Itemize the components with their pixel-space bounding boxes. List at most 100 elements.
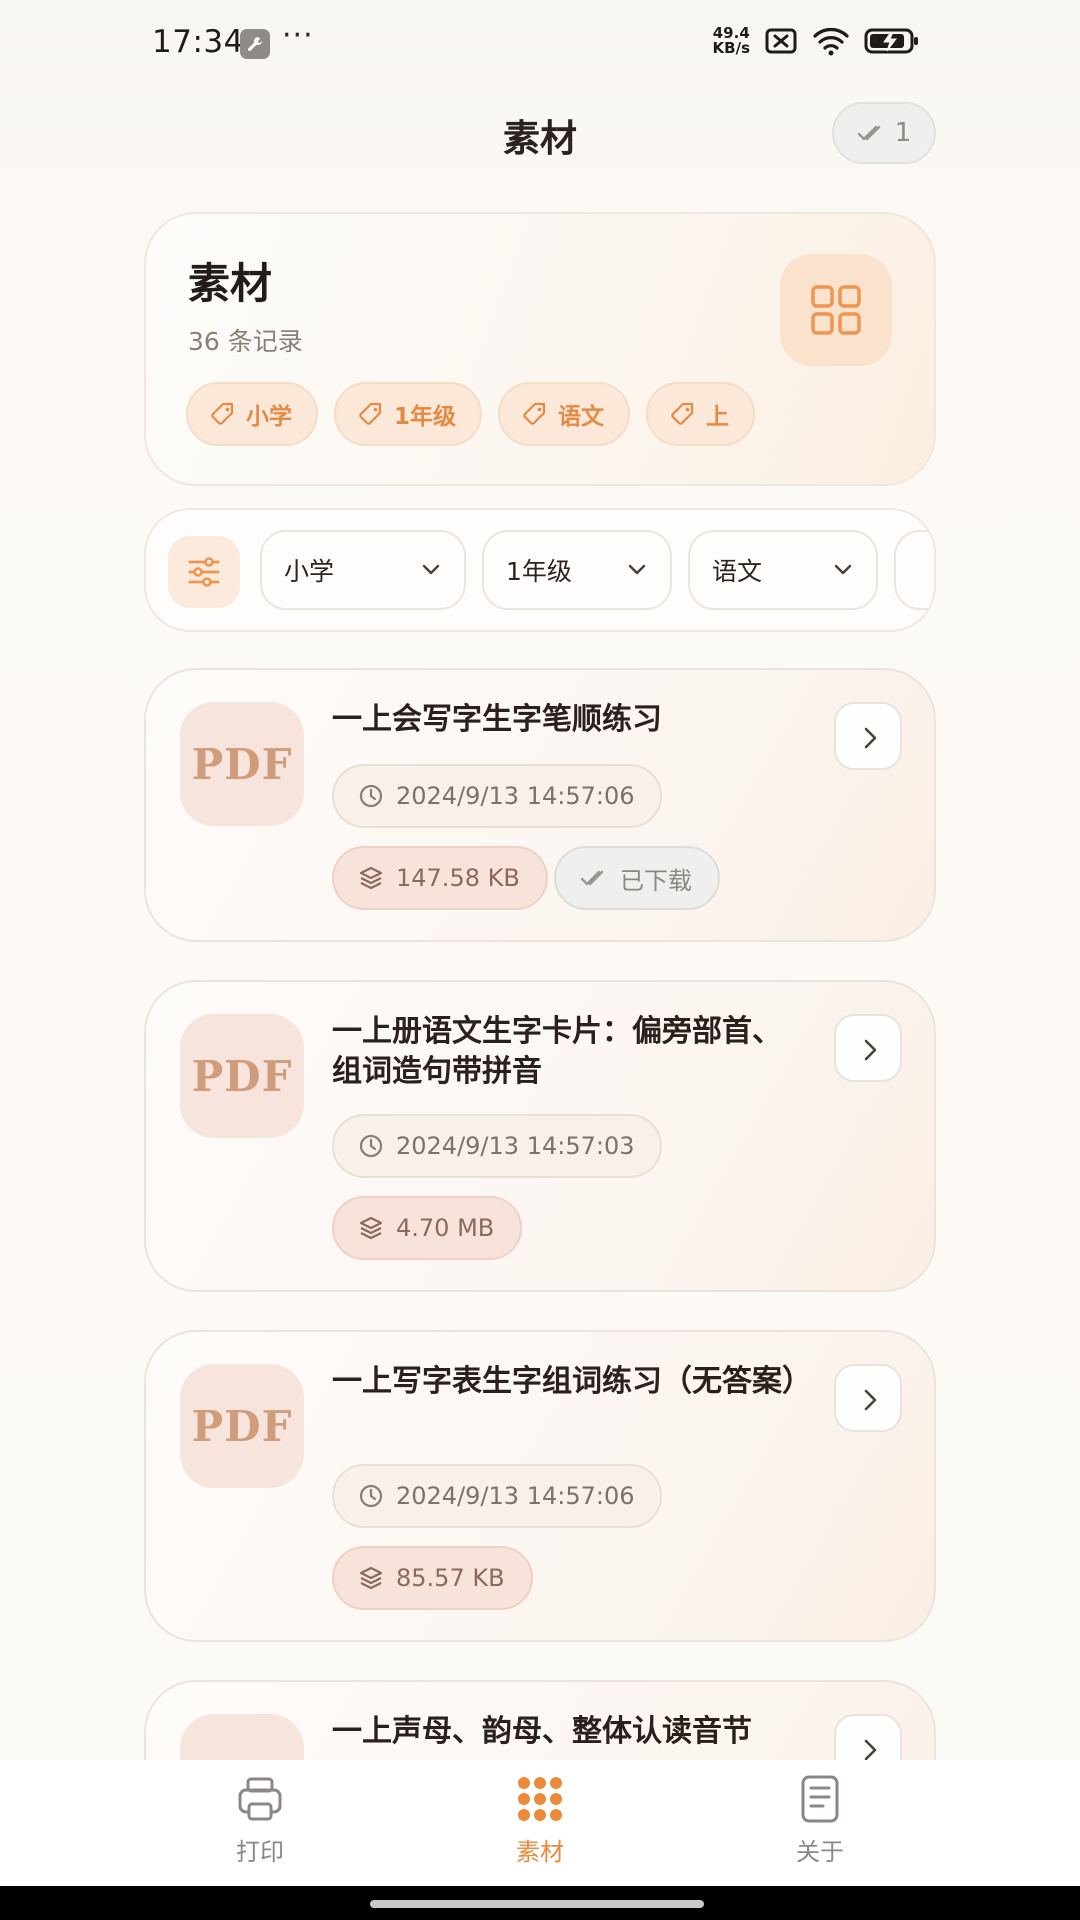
tag-icon [359, 402, 382, 425]
chevron-down-icon [422, 564, 440, 575]
list-item[interactable]: PDF 一上写字表生字组词练习（无答案） 2024/9/13 14:57:06 … [144, 1330, 936, 1642]
dropdown-more[interactable] [894, 530, 934, 610]
item-title: 一上写字表生字组词练习（无答案） [332, 1364, 812, 1399]
size-chip: 147.58 KB [332, 846, 548, 910]
pdf-thumbnail: PDF [180, 1714, 304, 1760]
item-time: 2024/9/13 14:57:06 [396, 782, 635, 810]
download-status: 已下载 [620, 866, 692, 895]
open-item-button[interactable] [834, 1714, 902, 1760]
list-item[interactable]: PDF 一上会写字生字笔顺练习 2024/9/13 14:57:06 147.5… [144, 668, 936, 942]
app-header: 素材 1 [0, 90, 1080, 200]
double-check-icon [857, 125, 880, 141]
time-chip: 2024/9/13 14:57:03 [332, 1114, 663, 1178]
open-item-button[interactable] [834, 702, 902, 770]
tag-list: 小学 1年级 语文 上 [186, 382, 758, 450]
grid-view-button[interactable] [780, 254, 892, 366]
open-item-button[interactable] [834, 1014, 902, 1082]
nav-item-print[interactable]: 打印 [180, 1774, 340, 1867]
tag-icon [211, 402, 234, 425]
document-icon [801, 1775, 839, 1823]
tag-chip[interactable]: 小学 [186, 382, 318, 446]
pdf-thumbnail: PDF [180, 1014, 304, 1138]
system-gesture-bar [0, 1886, 1080, 1920]
tag-icon [523, 402, 546, 425]
tag-chip[interactable]: 上 [646, 382, 756, 446]
list-item[interactable]: PDF 一上声母、韵母、整体认读音节 [144, 1680, 936, 1760]
double-check-icon [580, 870, 604, 886]
item-title: 一上声母、韵母、整体认读音节 [332, 1714, 752, 1749]
sliders-icon [188, 557, 220, 587]
nav-item-about[interactable]: 关于 [740, 1774, 900, 1867]
screen: 17:34 ··· 49.4 KB/s 素材 1 素材 36 条记录 小学 1年… [0, 0, 1080, 1920]
dropdown-stage[interactable]: 小学 [260, 530, 466, 610]
status-time: 17:34 [152, 24, 244, 60]
downloaded-chip: 已下载 [554, 846, 720, 910]
printer-icon [238, 1777, 282, 1821]
item-time: 2024/9/13 14:57:03 [396, 1132, 635, 1160]
summary-title: 素材 [188, 259, 273, 308]
chevron-down-icon [834, 564, 852, 575]
downloaded-count-button[interactable]: 1 [832, 102, 936, 164]
item-title: 一上册语文生字卡片：偏旁部首、组词造句带拼音 [332, 1014, 782, 1089]
downloaded-count: 1 [894, 118, 912, 148]
tag-label: 语文 [558, 404, 605, 430]
tag-label: 小学 [246, 404, 292, 430]
chevron-right-icon [864, 1739, 877, 1760]
chevron-right-icon [864, 1039, 877, 1061]
net-speed: 49.4 KB/s [713, 26, 750, 56]
dropdown-value: 小学 [284, 557, 335, 586]
battery-charging-icon [864, 28, 918, 54]
dropdown-subject[interactable]: 语文 [688, 530, 878, 610]
nav-label: 素材 [516, 1838, 564, 1866]
sim-off-icon [765, 28, 797, 54]
dropdown-value: 语文 [712, 557, 763, 586]
grid-icon [811, 285, 861, 335]
chevron-right-icon [864, 1389, 877, 1411]
wifi-icon [813, 28, 849, 56]
filter-bar: 小学 1年级 语文 [144, 508, 936, 632]
pdf-thumbnail: PDF [180, 702, 304, 826]
record-count: 36 条记录 [188, 327, 303, 356]
item-size: 85.57 KB [396, 1564, 505, 1592]
material-list: PDF 一上会写字生字笔顺练习 2024/9/13 14:57:06 147.5… [144, 668, 936, 1760]
layers-icon [359, 1216, 383, 1240]
tag-icon [671, 402, 694, 425]
status-right-icons: 49.4 KB/s [713, 26, 920, 56]
dots-grid-icon [518, 1777, 562, 1821]
pdf-thumbnail: PDF [180, 1364, 304, 1488]
nav-label: 关于 [796, 1838, 844, 1866]
size-chip: 4.70 MB [332, 1196, 523, 1260]
net-speed-unit: KB/s [712, 39, 750, 57]
dropdown-grade[interactable]: 1年级 [482, 530, 672, 610]
tag-chip[interactable]: 语文 [498, 382, 631, 446]
time-chip: 2024/9/13 14:57:06 [332, 1464, 663, 1528]
status-more-dots: ··· [282, 18, 314, 53]
list-item[interactable]: PDF 一上册语文生字卡片：偏旁部首、组词造句带拼音 2024/9/13 14:… [144, 980, 936, 1292]
tag-label: 上 [706, 404, 730, 430]
tag-chip[interactable]: 1年级 [334, 382, 483, 446]
item-size: 147.58 KB [396, 864, 520, 892]
chevron-down-icon [628, 564, 646, 575]
item-title: 一上会写字生字笔顺练习 [332, 702, 662, 737]
item-size: 4.70 MB [396, 1214, 495, 1242]
status-bar: 17:34 ··· 49.4 KB/s [0, 0, 1080, 90]
clock-icon [359, 1484, 383, 1508]
nav-label: 打印 [236, 1838, 284, 1866]
summary-card: 素材 36 条记录 小学 1年级 语文 上 [144, 212, 936, 486]
clock-icon [359, 784, 383, 808]
chevron-right-icon [864, 727, 877, 749]
bottom-navigation: 打印 素材 关于 [0, 1760, 1080, 1886]
layers-icon [359, 1566, 383, 1590]
item-time: 2024/9/13 14:57:06 [396, 1482, 635, 1510]
time-chip: 2024/9/13 14:57:06 [332, 764, 663, 828]
home-indicator[interactable] [370, 1900, 704, 1908]
clock-icon [359, 1134, 383, 1158]
tag-label: 1年级 [394, 404, 457, 430]
filter-settings-button[interactable] [168, 536, 240, 608]
layers-icon [359, 866, 383, 890]
open-item-button[interactable] [834, 1364, 902, 1432]
dropdown-value: 1年级 [506, 557, 572, 586]
size-chip: 85.57 KB [332, 1546, 533, 1610]
nav-item-materials[interactable]: 素材 [460, 1774, 620, 1867]
wrench-app-icon [240, 29, 270, 59]
